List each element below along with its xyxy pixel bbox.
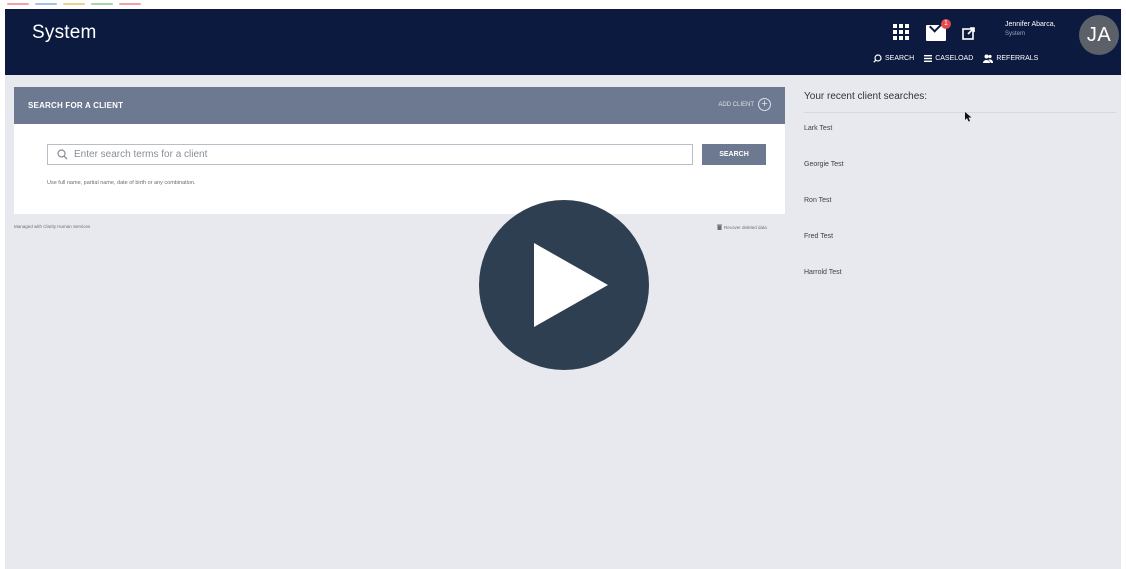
nav-search[interactable]: SEARCH xyxy=(873,54,914,63)
recent-search-item[interactable]: Georgie Test xyxy=(804,161,1116,197)
search-hint: Use full name, partial name, date of bir… xyxy=(47,180,196,186)
panel-title: SEARCH FOR A CLIENT xyxy=(28,101,124,110)
recover-deleted-link[interactable]: Recover deleted data xyxy=(717,224,767,230)
plus-circle-icon: + xyxy=(758,98,771,111)
external-link-icon[interactable] xyxy=(960,25,976,41)
people-icon xyxy=(983,54,994,63)
recover-label: Recover deleted data xyxy=(724,224,767,230)
powered-by-text: Managed with Clarity Human Services xyxy=(14,224,91,229)
top-header: System 1 Jennifer Abarca, System JA SEAR… xyxy=(5,9,1121,75)
recent-search-item[interactable]: Fred Test xyxy=(804,233,1116,269)
search-icon xyxy=(57,149,68,160)
nav-search-label: SEARCH xyxy=(885,55,915,62)
nav-caseload[interactable]: CASELOAD xyxy=(924,54,973,63)
mouse-pointer-icon xyxy=(965,112,972,122)
video-play-button[interactable] xyxy=(479,200,649,370)
user-role: System xyxy=(1005,31,1026,37)
nav-referrals-label: REFERRALS xyxy=(996,55,1039,62)
strip-mark xyxy=(35,3,57,5)
search-icon xyxy=(873,54,882,63)
trash-icon xyxy=(717,224,722,230)
app-frame: System 1 Jennifer Abarca, System JA SEAR… xyxy=(5,0,1121,569)
recent-search-item[interactable]: Harrold Test xyxy=(804,269,1116,305)
avatar[interactable]: JA xyxy=(1079,15,1119,55)
strip-mark xyxy=(91,3,113,5)
user-info[interactable]: Jennifer Abarca, System xyxy=(1005,21,1075,37)
recent-search-item[interactable]: Lark Test xyxy=(804,125,1116,161)
search-input[interactable] xyxy=(74,149,674,160)
strip-mark xyxy=(7,3,29,5)
strip-mark xyxy=(119,3,141,5)
apps-grid-icon[interactable] xyxy=(892,23,910,41)
add-client-button[interactable]: ADD CLIENT + xyxy=(718,98,771,111)
strip-mark xyxy=(63,3,85,5)
search-field[interactable] xyxy=(47,144,693,165)
nav-caseload-label: CASELOAD xyxy=(935,55,974,62)
nav-referrals[interactable]: REFERRALS xyxy=(983,54,1038,63)
recent-searches-title: Your recent client searches: xyxy=(804,91,1116,113)
brand-title: System xyxy=(32,22,97,43)
mail-badge: 1 xyxy=(941,19,951,29)
browser-top-strip xyxy=(5,0,1121,9)
recent-searches: Your recent client searches: Lark Test G… xyxy=(804,91,1116,305)
search-client-panel: SEARCH FOR A CLIENT ADD CLIENT + SEARCH … xyxy=(14,87,785,214)
play-icon xyxy=(534,243,608,327)
search-button[interactable]: SEARCH xyxy=(702,144,766,165)
recent-search-item[interactable]: Ron Test xyxy=(804,197,1116,233)
user-name: Jennifer Abarca, xyxy=(1005,21,1056,28)
list-icon xyxy=(924,55,933,62)
panel-header: SEARCH FOR A CLIENT ADD CLIENT + xyxy=(14,87,785,124)
add-client-label: ADD CLIENT xyxy=(718,101,754,108)
recent-searches-list: Lark Test Georgie Test Ron Test Fred Tes… xyxy=(804,125,1116,305)
header-nav: SEARCH CASELOAD REFERRALS xyxy=(873,54,1038,63)
